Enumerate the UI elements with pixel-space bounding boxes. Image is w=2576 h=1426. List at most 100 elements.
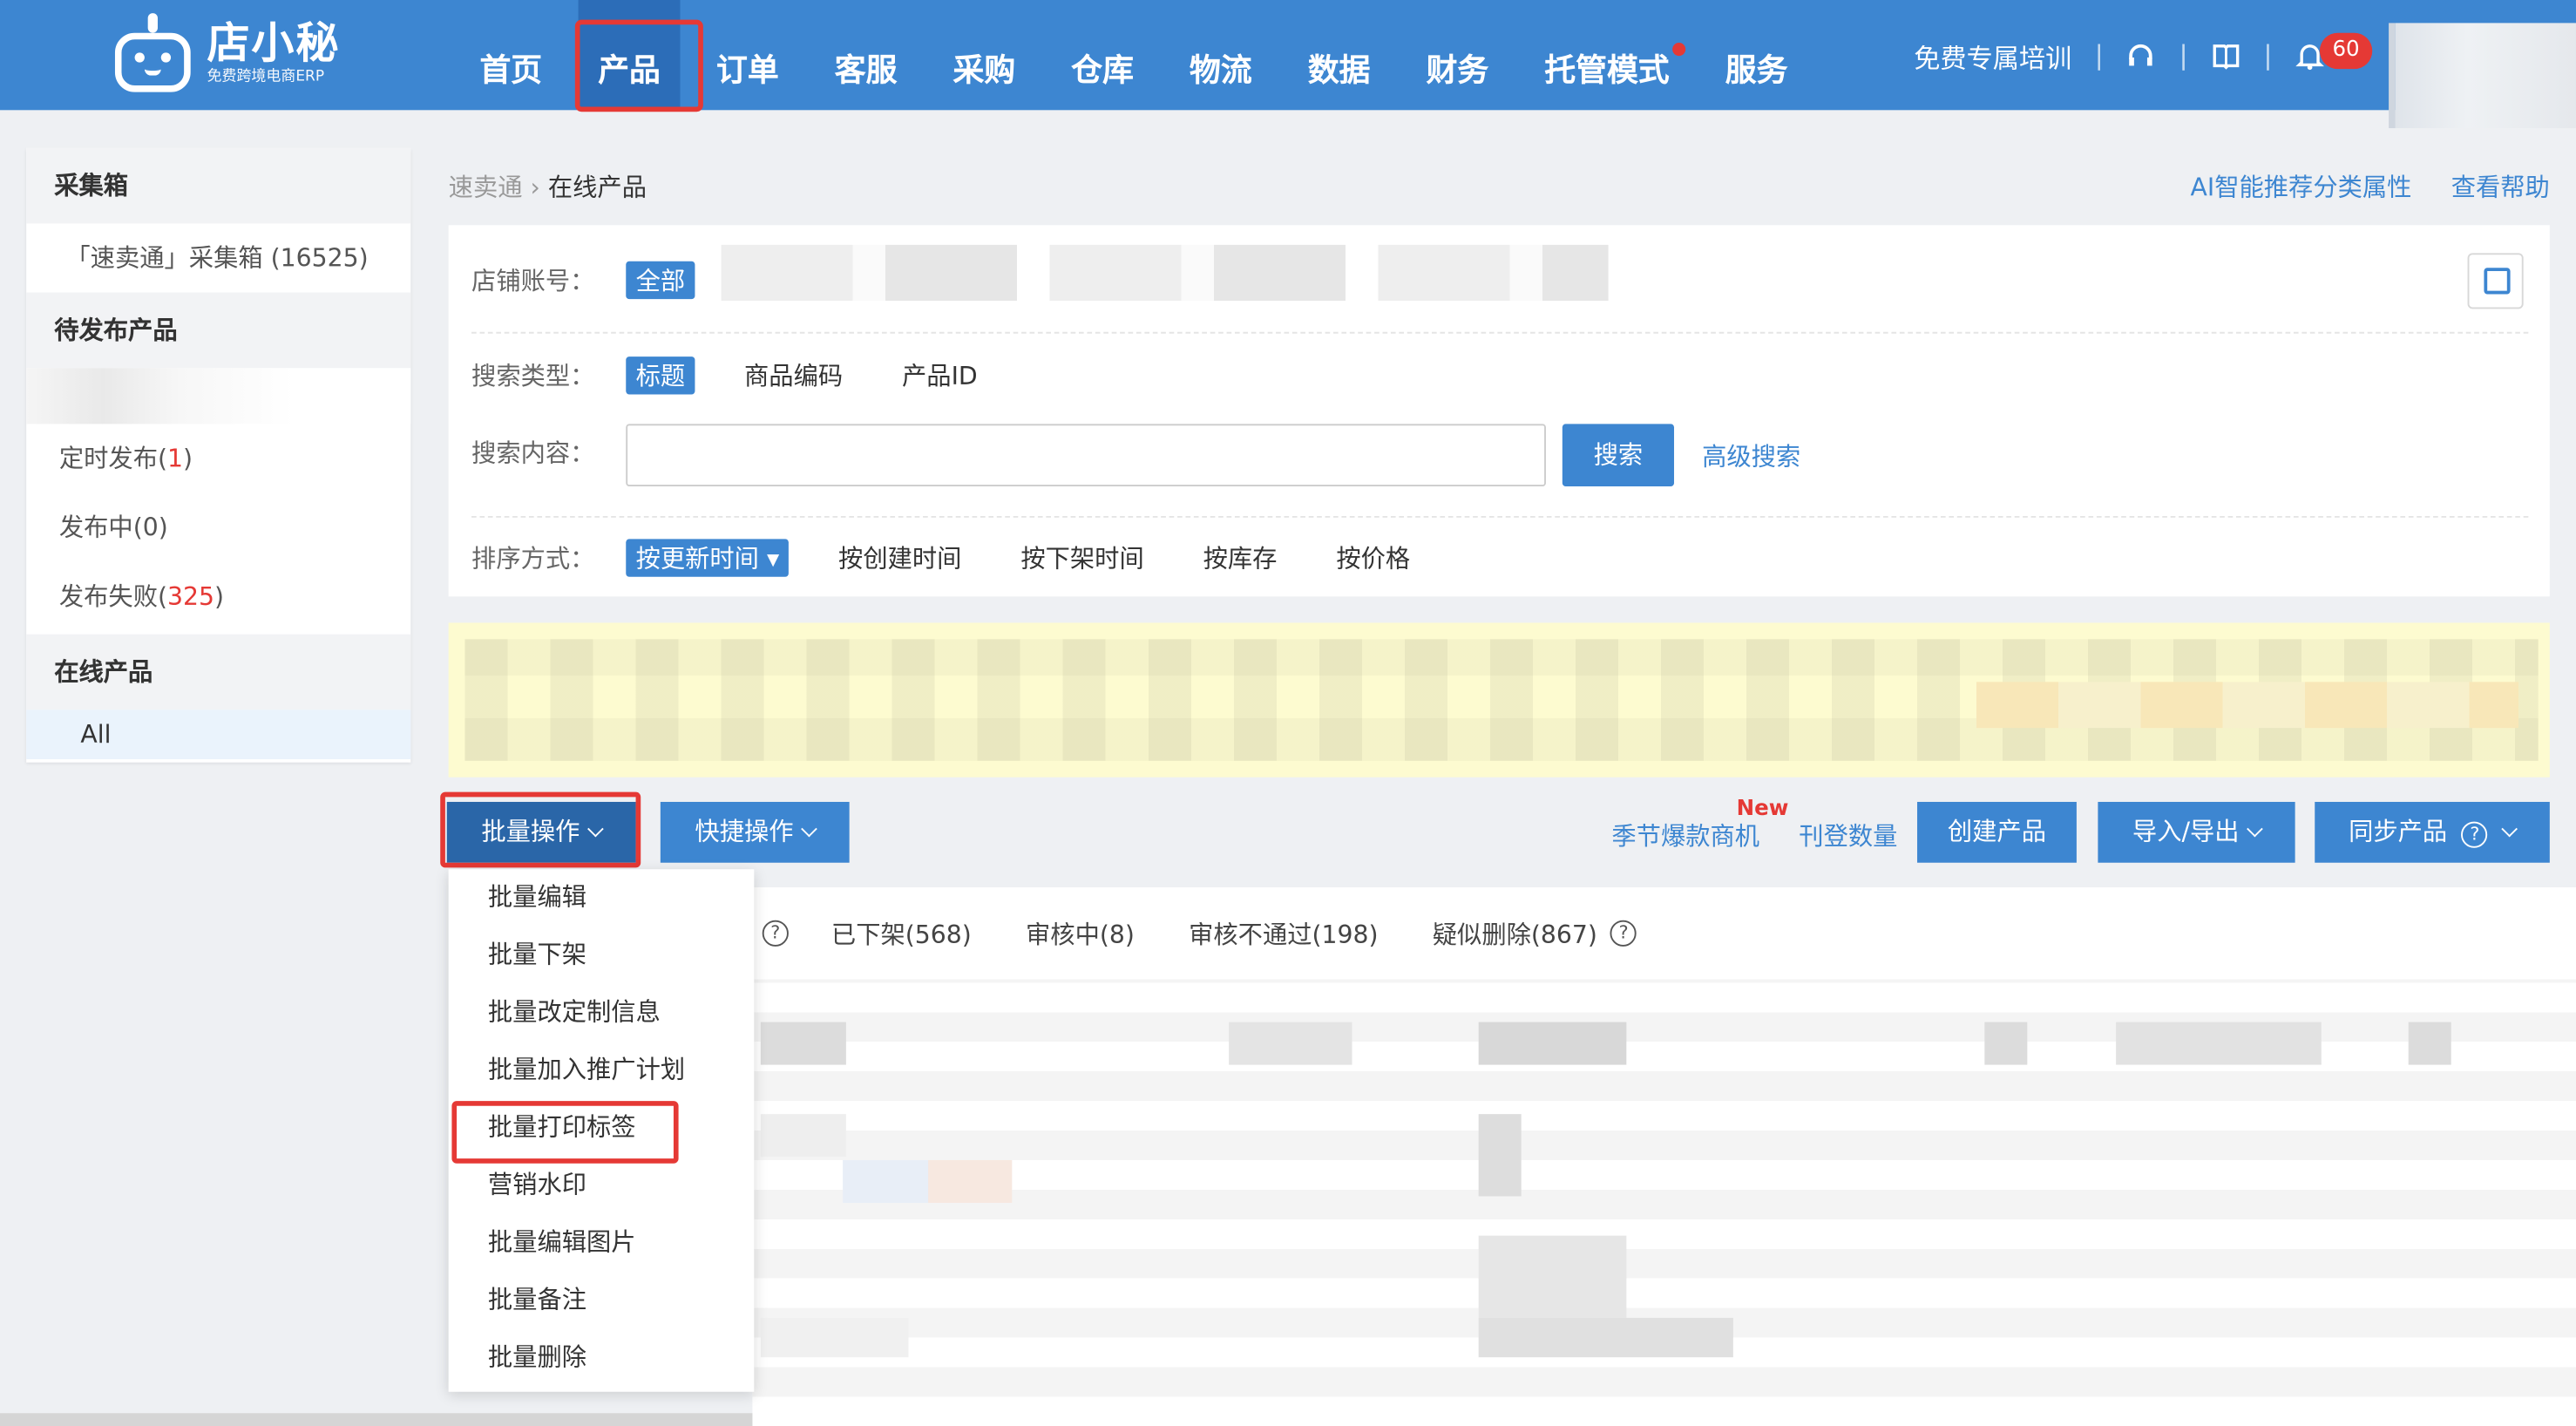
notification-dot <box>1672 43 1686 57</box>
search-type-sku[interactable]: 商品编码 <box>744 358 843 393</box>
notice-blurred-text-2 <box>1976 682 2519 729</box>
nav-hosting[interactable]: 托管模式 <box>1525 0 1690 110</box>
breadcrumb-separator-icon: › <box>530 172 548 202</box>
breadcrumb: 速卖通 › 在线产品 <box>449 169 647 204</box>
sync-products-button[interactable]: 同步产品 ? <box>2315 801 2550 863</box>
top-navbar: 店小秘 免费跨境电商ERP 首页 产品 订单 客服 采购 仓库 物流 数据 财务… <box>0 0 2576 129</box>
chevron-down-icon <box>801 820 817 838</box>
menu-item-bulk-delist[interactable]: 批量下架 <box>449 927 755 984</box>
robot-logo-icon <box>108 13 197 95</box>
search-content-label: 搜索内容： <box>471 438 595 469</box>
menu-item-bulk-edit-images[interactable]: 批量编辑图片 <box>449 1214 755 1272</box>
nav-service[interactable]: 客服 <box>815 0 917 110</box>
breadcrumb-current: 在线产品 <box>547 172 647 202</box>
publish-count-link[interactable]: 刊登数量 <box>1799 818 1897 853</box>
search-type-title[interactable]: 标题 <box>626 356 695 395</box>
sidebar-heading-online: 在线产品 <box>26 634 411 710</box>
search-type-product-id[interactable]: 产品ID <box>902 358 978 393</box>
failed-count: 325 <box>167 581 215 612</box>
chevron-down-icon <box>2247 820 2263 838</box>
tab-rejected[interactable]: 审核不通过(198) <box>1189 916 1378 951</box>
sidebar: 采集箱 「速卖通」采集箱 (16525) 待发布产品 定时发布(1) 发布中(0… <box>26 147 411 763</box>
search-button[interactable]: 搜索 <box>1562 424 1675 487</box>
nav-hosting-label: 托管模式 <box>1544 52 1670 89</box>
search-input[interactable] <box>626 424 1546 487</box>
highlight-box <box>451 1101 679 1164</box>
season-opportunity-link[interactable]: 季节爆款商机 <box>1611 818 1759 853</box>
sort-price[interactable]: 按价格 <box>1336 540 1410 575</box>
main-nav: 首页 产品 订单 客服 采购 仓库 物流 数据 财务 托管模式 服务 <box>460 0 1824 112</box>
blurred-product-rows <box>752 979 2576 1426</box>
sidebar-item-all[interactable]: All <box>26 710 411 759</box>
tab-offline[interactable]: 已下架(568) <box>831 916 972 951</box>
sidebar-heading-collect: 采集箱 <box>26 147 411 224</box>
search-type-label: 搜索类型： <box>471 361 595 391</box>
nav-product[interactable]: 产品 <box>574 0 703 112</box>
store-all-tag[interactable]: 全部 <box>626 261 695 300</box>
status-tabs: ? 已下架(568) 审核中(8) 审核不通过(198) 疑似删除(867) ? <box>752 887 2576 980</box>
nav-home[interactable]: 首页 <box>460 0 562 110</box>
help-circle-icon[interactable]: ? <box>1610 920 1637 947</box>
import-export-label: 导入/导出 <box>2132 816 2240 846</box>
sort-label: 排序方式： <box>471 544 595 574</box>
blurred-item <box>26 368 411 424</box>
store-label: 店铺账号： <box>471 266 595 296</box>
tab-reviewing[interactable]: 审核中(8) <box>1026 916 1135 951</box>
sidebar-item-publishing[interactable]: 发布中(0) <box>26 493 410 562</box>
help-link[interactable]: 查看帮助 <box>2451 169 2550 204</box>
logo-subtitle: 免费跨境电商ERP <box>207 69 325 86</box>
avatar[interactable] <box>2389 23 2576 129</box>
help-circle-icon[interactable]: ? <box>762 920 789 947</box>
sidebar-item-collect-box[interactable]: 「速卖通」采集箱 (16525) <box>26 223 410 292</box>
new-badge: New <box>1736 797 1789 822</box>
logo[interactable]: 店小秘 免费跨境电商ERP <box>108 13 340 95</box>
notification-badge: 60 <box>2319 32 2373 70</box>
logo-brand: 店小秘 <box>207 19 341 70</box>
nav-logistics[interactable]: 物流 <box>1169 0 1271 110</box>
horizontal-scrollbar[interactable] <box>0 1413 753 1426</box>
headset-icon[interactable] <box>2126 40 2156 70</box>
scheduled-label: 定时发布( <box>58 444 168 473</box>
sort-created[interactable]: 按创建时间 <box>838 540 961 575</box>
sidebar-item-scheduled[interactable]: 定时发布(1) <box>26 424 410 492</box>
nav-services[interactable]: 服务 <box>1705 0 1807 110</box>
nav-warehouse[interactable]: 仓库 <box>1052 0 1154 110</box>
filter-panel: 店铺账号： 全部 搜索类型： 标题 商品编码 产品ID 搜索内容： 搜索 高级搜… <box>448 225 2550 597</box>
training-link[interactable]: 免费专属培训 <box>1914 36 2071 75</box>
menu-item-bulk-delete[interactable]: 批量删除 <box>449 1329 755 1387</box>
nav-finance[interactable]: 财务 <box>1407 0 1508 110</box>
sidebar-item-failed[interactable]: 发布失败(325) <box>26 562 410 631</box>
menu-item-bulk-edit[interactable]: 批量编辑 <box>449 869 755 927</box>
scheduled-count: 1 <box>167 444 184 473</box>
nav-data[interactable]: 数据 <box>1288 0 1390 110</box>
sidebar-heading-pending: 待发布产品 <box>26 292 411 369</box>
menu-item-bulk-notes[interactable]: 批量备注 <box>449 1272 755 1329</box>
highlight-box <box>574 19 703 112</box>
store-icon <box>2484 268 2511 295</box>
import-export-button[interactable]: 导入/导出 <box>2098 801 2295 863</box>
store-toggle-button[interactable] <box>2467 253 2524 309</box>
nav-purchase[interactable]: 采购 <box>933 0 1035 110</box>
store-list-blurred[interactable] <box>721 244 1609 301</box>
sync-products-label: 同步产品 <box>2349 816 2448 846</box>
book-icon[interactable] <box>2211 40 2240 70</box>
scheduled-close: ) <box>183 444 193 473</box>
ai-recommend-link[interactable]: AI智能推荐分类属性 <box>2191 169 2412 204</box>
sort-stock[interactable]: 按库存 <box>1203 540 1278 575</box>
notice-banner <box>448 622 2550 778</box>
sort-delisted[interactable]: 按下架时间 <box>1020 540 1143 575</box>
advanced-search-link[interactable]: 高级搜索 <box>1702 438 1800 473</box>
chevron-down-icon <box>2502 820 2518 838</box>
help-circle-icon[interactable]: ? <box>2461 821 2488 848</box>
nav-orders[interactable]: 订单 <box>696 0 798 110</box>
tab-suspected-deleted[interactable]: 疑似删除(867) <box>1433 916 1597 951</box>
menu-item-watermark[interactable]: 营销水印 <box>449 1157 755 1214</box>
quick-actions-label: 快捷操作 <box>695 816 794 846</box>
quick-actions-button[interactable]: 快捷操作 <box>660 801 850 863</box>
create-product-button[interactable]: 创建产品 <box>1917 801 2077 863</box>
menu-item-bulk-promotion[interactable]: 批量加入推广计划 <box>449 1042 755 1099</box>
sort-updated-dropdown[interactable]: 按更新时间 ▾ <box>626 539 790 577</box>
menu-item-bulk-custom-info[interactable]: 批量改定制信息 <box>449 984 755 1042</box>
failed-close: ) <box>214 581 225 612</box>
breadcrumb-parent[interactable]: 速卖通 <box>449 173 523 202</box>
